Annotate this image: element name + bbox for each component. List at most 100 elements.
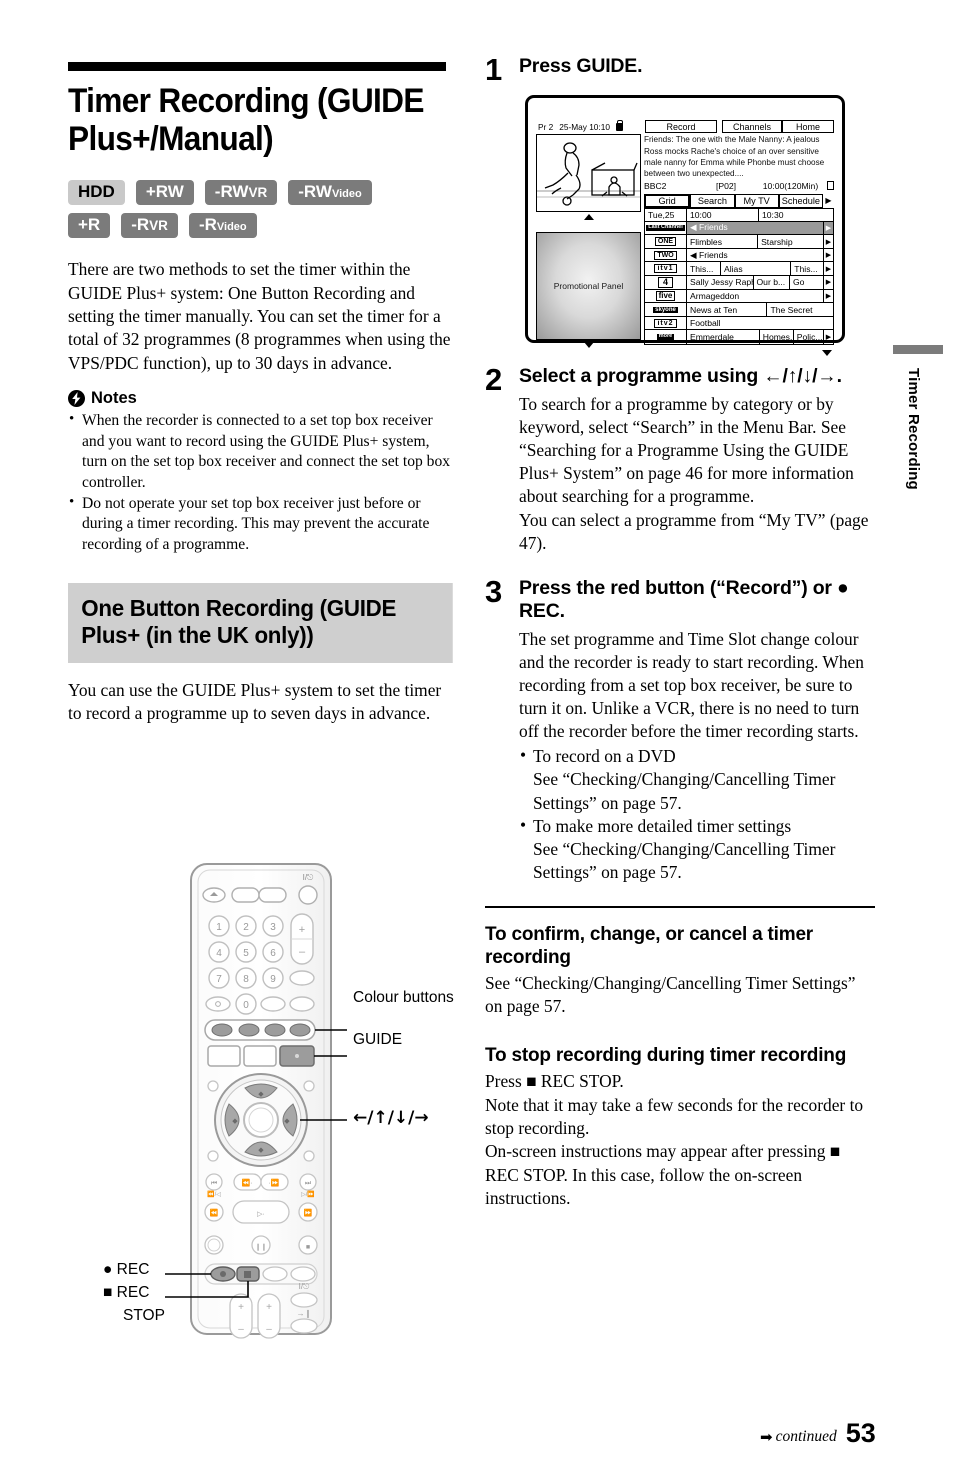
svg-text:I/⎋: I/⎋ [303, 873, 314, 882]
svg-text:–: – [266, 1324, 272, 1335]
svg-text:→❙: →❙ [297, 1309, 312, 1318]
programme-cell[interactable]: Starship [758, 235, 823, 248]
programme-cell[interactable]: Emmerdale [687, 330, 760, 345]
svg-text:⏪·: ⏪· [241, 1178, 252, 1187]
channel-logo-label: Last Channel [646, 224, 685, 231]
programme-cell[interactable]: Alias [721, 262, 792, 276]
guide-btn-home[interactable]: Home [782, 120, 834, 134]
row-next-arrow[interactable]: ▶ [823, 276, 833, 289]
step-2-text-2: You can select a programme from “My TV” … [519, 509, 869, 553]
channel-logo: TWO [645, 248, 687, 262]
grid-scroll-down-arrow[interactable] [822, 350, 832, 357]
table-row[interactable]: ONE Flimbles Starship ▶ [645, 235, 833, 249]
step-3-title: Press the red button (“Record”) or ● REC… [519, 576, 849, 623]
notes-heading: Notes [68, 389, 453, 408]
page-footer: ➡ continued 53 [760, 1418, 876, 1449]
row-next-arrow[interactable]: ▶ [823, 330, 833, 345]
note-item: Do not operate your set top box receiver… [68, 493, 453, 555]
step-3-bullet-2-line2: See “Checking/Changing/Cancelling Timer … [533, 838, 836, 882]
programme-cell[interactable]: Go [790, 276, 823, 289]
table-row[interactable]: itv1 This... Alias This... ▶ [645, 262, 833, 277]
scroll-up-arrow[interactable] [583, 214, 594, 221]
svg-text:2: 2 [243, 922, 249, 933]
notes-list: When the recorder is connected to a set … [68, 410, 453, 555]
guide-btn-channels[interactable]: Channels [722, 120, 782, 134]
programme-cell[interactable]: Our b... [754, 276, 790, 289]
section-intro-paragraph: You can use the GUIDE Plus+ system to se… [68, 679, 442, 724]
guide-tab-search[interactable]: Search [690, 193, 735, 208]
programme-cell[interactable]: This... [791, 262, 823, 275]
channel-logo: ONE [645, 235, 687, 248]
subsection-text-stop: Press ■ REC STOP. Note that it may take … [485, 1071, 864, 1209]
programme-cell[interactable]: Flimbles [687, 235, 759, 248]
guide-tab-mytv[interactable]: My TV [734, 193, 779, 208]
guide-pr-label: Pr 2 [538, 121, 554, 132]
guide-tabs-next-arrow[interactable]: ▶ [823, 194, 834, 208]
row-next-arrow[interactable]: ▶ [823, 221, 833, 235]
programme-cell[interactable]: Sally Jessy Raph... [687, 276, 754, 289]
channel-logo-label: ONE [654, 237, 677, 247]
channel-logo: skyone [645, 303, 687, 316]
channel-logo-label: more [656, 333, 675, 340]
table-row[interactable]: itv2 Football [645, 316, 833, 331]
left-column: Timer Recording (GUIDE Plus+/Manual) HDD… [68, 62, 453, 740]
format-badge-rw-vr: -RW VR [204, 180, 278, 206]
programme-cell[interactable]: Football [687, 317, 833, 330]
svg-text:▷·: ▷· [257, 1211, 265, 1218]
format-badge-r-vr: -R VR [121, 213, 178, 239]
guide-menu-bar: Grid Search My TV Schedule ▶ [644, 193, 834, 208]
step-2-number: 2 [485, 362, 503, 398]
programme-cell[interactable]: This... [687, 262, 721, 276]
table-row[interactable]: Last Channel ◀ Friends ▶ [645, 221, 833, 236]
channel-logo-label: itv1 [654, 264, 677, 274]
table-row[interactable]: TWO ◀ Friends ▶ [645, 248, 833, 263]
programme-cell[interactable]: The Secret [767, 303, 833, 316]
guide-datetime: 25-May 10:10 [559, 121, 610, 132]
row-next-arrow[interactable]: ▶ [823, 235, 833, 248]
svg-text:⏩: ⏩ [304, 1208, 313, 1217]
table-row[interactable]: 4 Sally Jessy Raph... Our b... Go ▶ [645, 276, 833, 290]
guide-tab-schedule[interactable]: Schedule [778, 193, 823, 208]
guide-time-2: 10:30 [762, 209, 784, 220]
programme-cell[interactable]: ◀ Friends [687, 221, 823, 235]
svg-text:·⏩: ·⏩ [268, 1178, 279, 1187]
step-3-bullet: To record on a DVD See “Checking/Changin… [519, 744, 875, 814]
guide-preview-picture [536, 134, 641, 213]
step-3-bullets: To record on a DVD See “Checking/Changin… [519, 744, 875, 884]
page-title: Timer Recording (GUIDE Plus+/Manual) [68, 82, 424, 159]
channel-logo-label: five [655, 290, 676, 301]
subsection-text-confirm: See “Checking/Changing/Cancelling Timer … [485, 972, 856, 1017]
section-divider [485, 906, 875, 909]
svg-text:◆: ◆ [258, 1091, 264, 1098]
row-next-arrow[interactable]: ▶ [823, 262, 833, 276]
row-next-arrow[interactable]: ▶ [823, 248, 833, 262]
scroll-down-arrow[interactable] [583, 342, 594, 349]
step-1-title: Press GUIDE. [519, 55, 643, 77]
table-row[interactable]: five Armageddon ▶ [645, 289, 833, 304]
channel-logo: Last Channel [645, 221, 687, 235]
guide-btn-record[interactable]: Record [645, 120, 717, 134]
guide-screen-illustration: Pr 2 25-May 10:10 Record Channels Home P… [525, 95, 845, 357]
manual-page: Timer Recording (GUIDE Plus+/Manual) HDD… [0, 0, 954, 1483]
channel-logo-label: TWO [654, 250, 677, 260]
programme-cell[interactable]: ◀ Friends [687, 249, 823, 262]
subsection-heading-confirm: To confirm, change, or cancel a timer re… [485, 924, 814, 968]
guide-time-1: 10:00 [687, 208, 759, 221]
programme-cell[interactable]: News at Ten [687, 303, 768, 316]
guide-tab-grid[interactable]: Grid [644, 193, 691, 208]
page-number: 53 [845, 1418, 876, 1448]
guide-programme-grid: Last Channel ◀ Friends ▶ ONE Flimbles St… [644, 220, 834, 346]
step-1: 1 Press GUIDE. [485, 54, 875, 85]
page-indicator-icon [827, 180, 834, 190]
programme-cell[interactable]: Armageddon [687, 290, 823, 303]
table-row[interactable]: skyone News at Ten The Secret [645, 303, 833, 317]
format-badge-plus-rw: +RW [135, 180, 194, 206]
table-row[interactable]: more Emmerdale Homes... Polic... ▶ [645, 330, 833, 345]
programme-cell[interactable]: Polic... [794, 330, 823, 344]
row-next-arrow[interactable]: ▶ [823, 289, 833, 303]
guide-time-header: Tue,25 10:00 10:30 [644, 207, 834, 221]
svg-text:7: 7 [216, 974, 222, 985]
programme-cell[interactable]: Homes... [760, 330, 794, 345]
format-badge-list: HDD +RW -RW VR -RW Video +R -R VR -R Video [68, 180, 408, 239]
step-3-bullet: To make more detailed timer settings See… [519, 814, 875, 884]
